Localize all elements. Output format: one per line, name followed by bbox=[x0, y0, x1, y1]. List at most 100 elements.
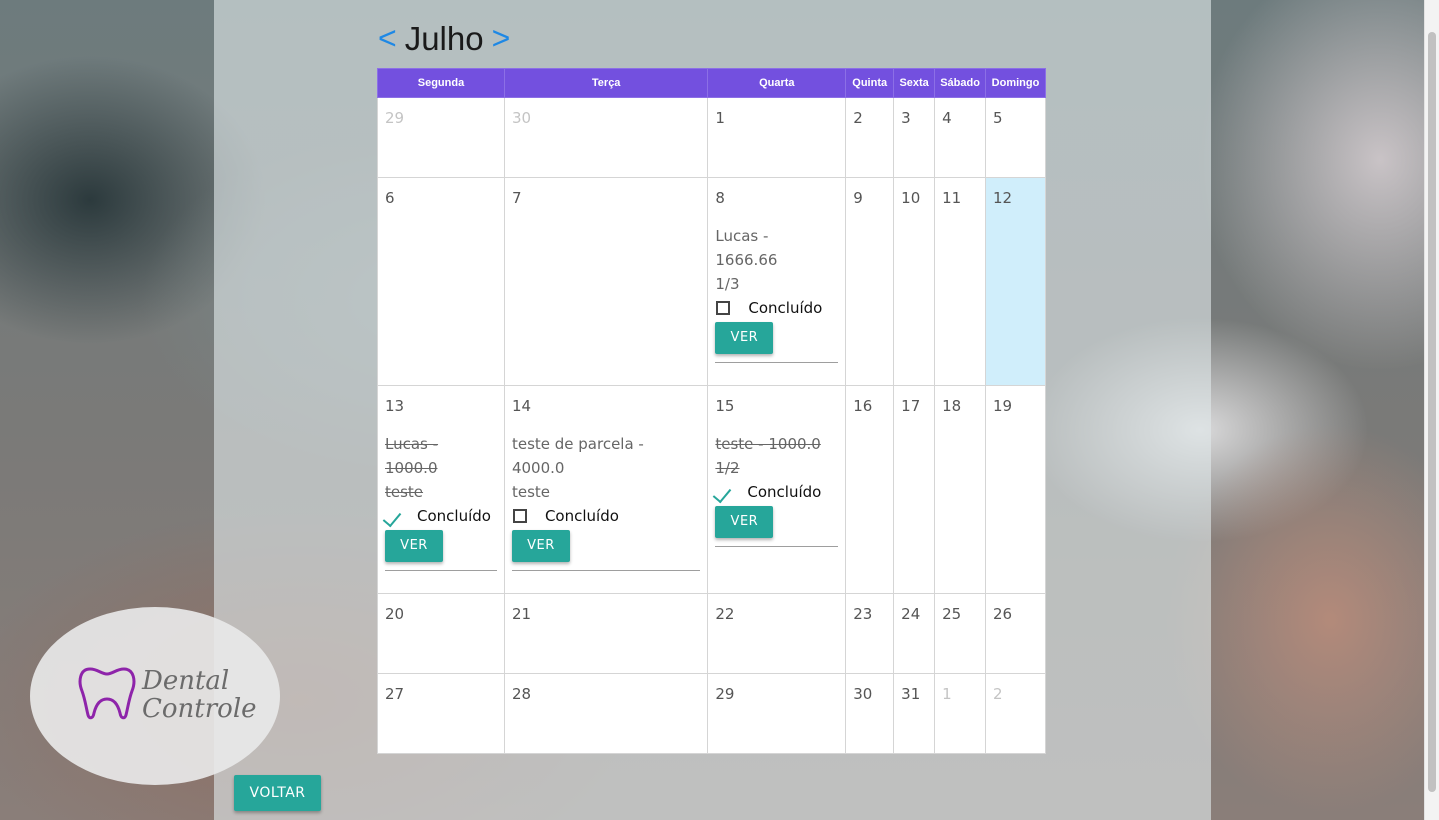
concluido-checkbox[interactable]: Concluído bbox=[512, 504, 700, 528]
day-cell[interactable]: 26 bbox=[985, 593, 1046, 674]
day-cell[interactable]: 15 teste - 1000.0 1/2 Concluído VER bbox=[707, 385, 847, 594]
month-navigation: < Julho > bbox=[378, 16, 510, 60]
day-cell[interactable]: 25 bbox=[934, 593, 987, 674]
day-cell[interactable]: 30 bbox=[845, 673, 895, 754]
day-cell[interactable]: 13 Lucas - 1000.0 teste Concluído VER bbox=[377, 385, 505, 594]
today-cell[interactable]: 12 bbox=[985, 177, 1046, 386]
day-cell[interactable]: 10 bbox=[893, 177, 936, 386]
voltar-button[interactable]: VOLTAR bbox=[234, 775, 321, 811]
day-cell[interactable]: 7 bbox=[503, 177, 709, 386]
ver-button[interactable]: VER bbox=[715, 322, 774, 354]
day-cell[interactable]: 21 bbox=[503, 593, 709, 674]
day-cell[interactable]: 2 bbox=[845, 97, 895, 178]
event-divider bbox=[715, 362, 839, 363]
day-number: 28 bbox=[511, 685, 532, 703]
ver-button[interactable]: VER bbox=[715, 506, 774, 538]
day-cell[interactable]: 1 bbox=[707, 97, 847, 178]
prev-month-button[interactable]: < bbox=[378, 22, 397, 54]
day-cell[interactable]: 17 bbox=[893, 385, 936, 594]
event-installment: 1/2 bbox=[715, 459, 740, 477]
day-number: 2 bbox=[853, 109, 863, 127]
checkbox-label: Concluído bbox=[417, 507, 491, 525]
day-cell[interactable]: 30 bbox=[503, 97, 709, 178]
day-cell[interactable]: 2 bbox=[985, 673, 1046, 754]
tooth-icon bbox=[78, 667, 136, 720]
checkbox-unchecked-icon bbox=[716, 301, 731, 315]
event-text: teste de parcela - bbox=[511, 435, 644, 453]
day-number: 2 bbox=[993, 685, 1003, 703]
day-number: 22 bbox=[715, 605, 735, 623]
day-cell[interactable]: 14 teste de parcela - 4000.0 teste Concl… bbox=[503, 385, 709, 594]
week-row: 20 21 22 23 24 25 26 bbox=[377, 593, 1046, 674]
ver-button[interactable]: VER bbox=[511, 530, 570, 562]
day-number: 10 bbox=[901, 189, 921, 207]
day-cell[interactable]: 28 bbox=[503, 673, 709, 754]
event-divider bbox=[715, 546, 839, 547]
day-cell[interactable]: 20 bbox=[377, 593, 505, 674]
day-number: 7 bbox=[511, 189, 522, 207]
next-month-button[interactable]: > bbox=[492, 22, 511, 54]
day-cell[interactable]: 18 bbox=[934, 385, 987, 594]
day-cell[interactable]: 22 bbox=[707, 593, 847, 674]
day-number: 26 bbox=[993, 605, 1013, 623]
day-cell[interactable]: 29 bbox=[707, 673, 847, 754]
day-cell[interactable]: 8 Lucas - 1666.66 1/3 Concluído VER bbox=[707, 177, 847, 386]
day-cell[interactable]: 24 bbox=[893, 593, 936, 674]
payment-event: Lucas - 1666.66 1/3 Concluído VER bbox=[715, 224, 839, 363]
day-number: 17 bbox=[901, 397, 921, 415]
day-number: 13 bbox=[385, 397, 405, 415]
event-installment: 1/3 bbox=[715, 275, 740, 293]
event-text: Lucas - bbox=[385, 435, 439, 453]
day-number: 15 bbox=[715, 397, 735, 415]
payment-event: Lucas - 1000.0 teste Concluído VER bbox=[385, 432, 497, 571]
day-number: 23 bbox=[853, 605, 873, 623]
day-number: 5 bbox=[993, 109, 1003, 127]
day-cell[interactable]: 1 bbox=[934, 673, 987, 754]
logo-text: Dental Controle bbox=[142, 667, 257, 723]
event-description: teste bbox=[385, 483, 424, 501]
payment-event: teste - 1000.0 1/2 Concluído VER bbox=[715, 432, 839, 547]
day-number: 3 bbox=[901, 109, 911, 127]
day-cell[interactable]: 5 bbox=[985, 97, 1046, 178]
dental-controle-logo: Dental Controle bbox=[30, 607, 280, 785]
day-number: 20 bbox=[385, 605, 405, 623]
weekday-header: Segunda bbox=[377, 68, 505, 98]
day-number: 11 bbox=[942, 189, 962, 207]
day-cell[interactable]: 3 bbox=[893, 97, 936, 178]
week-row: 6 7 8 Lucas - 1666.66 1/3 Concluído VER … bbox=[377, 177, 1046, 386]
event-divider bbox=[511, 570, 701, 571]
checkbox-unchecked-icon bbox=[512, 509, 527, 523]
weekday-header: Quinta bbox=[845, 68, 895, 98]
event-description: teste bbox=[511, 483, 550, 501]
day-number: 14 bbox=[511, 397, 532, 415]
day-cell[interactable]: 27 bbox=[377, 673, 505, 754]
day-cell[interactable]: 19 bbox=[985, 385, 1046, 594]
week-row: 29 30 1 2 3 4 5 bbox=[377, 97, 1046, 178]
week-row: 27 28 29 30 31 1 2 bbox=[377, 673, 1046, 754]
checkbox-label: Concluído bbox=[544, 507, 619, 525]
week-row: 13 Lucas - 1000.0 teste Concluído VER 14… bbox=[377, 385, 1046, 594]
day-number: 6 bbox=[385, 189, 395, 207]
checkmark-icon bbox=[712, 480, 736, 504]
day-number: 25 bbox=[942, 605, 962, 623]
weekday-header-row: Segunda Terça Quarta Quinta Sexta Sábado… bbox=[377, 68, 1046, 98]
scrollbar-thumb[interactable] bbox=[1428, 32, 1436, 792]
ver-button[interactable]: VER bbox=[385, 530, 443, 562]
concluido-checkbox[interactable]: Concluído bbox=[715, 480, 838, 504]
day-number: 16 bbox=[853, 397, 873, 415]
day-cell[interactable]: 9 bbox=[845, 177, 895, 386]
day-cell[interactable]: 4 bbox=[934, 97, 987, 178]
day-cell[interactable]: 11 bbox=[934, 177, 987, 386]
concluido-checkbox[interactable]: Concluído bbox=[715, 296, 838, 320]
day-cell[interactable]: 31 bbox=[893, 673, 936, 754]
logo-line-2: Controle bbox=[142, 694, 257, 724]
event-amount: 1666.66 bbox=[715, 251, 778, 269]
day-number: 31 bbox=[901, 685, 921, 703]
day-number: 18 bbox=[942, 397, 962, 415]
day-cell[interactable]: 16 bbox=[845, 385, 895, 594]
day-cell[interactable]: 6 bbox=[377, 177, 505, 386]
day-cell[interactable]: 23 bbox=[845, 593, 895, 674]
day-cell[interactable]: 29 bbox=[377, 97, 505, 178]
vertical-scrollbar[interactable] bbox=[1424, 0, 1439, 820]
concluido-checkbox[interactable]: Concluído bbox=[385, 504, 497, 528]
